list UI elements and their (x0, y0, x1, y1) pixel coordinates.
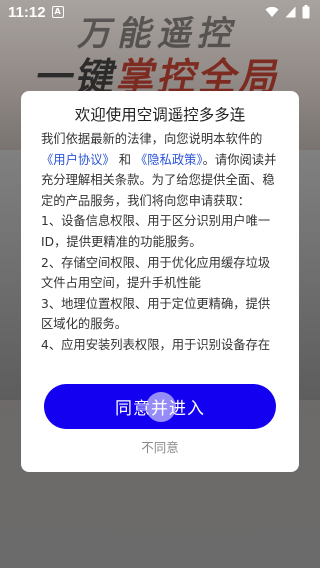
disagree-link[interactable]: 不同意 (21, 437, 299, 456)
signal-icon (285, 6, 296, 18)
wifi-icon (265, 6, 279, 18)
dialog-title: 欢迎使用空调遥控多多连 (74, 106, 246, 124)
status-icons (265, 5, 310, 19)
status-time: 11:12 (8, 3, 46, 21)
battery-icon (302, 5, 310, 19)
agree-button[interactable]: 同意并进入 (44, 384, 276, 429)
privacy-dialog: 欢迎使用空调遥控多多连 我们依据最新的法律，向您说明本软件的《用户协议》 和 《… (21, 91, 299, 472)
permission-item-device: 1、设备信息权限、用于区分识别用户唯一ID，提供更精准的功能服务。 (41, 214, 271, 249)
agree-button-label: 同意并进入 (115, 399, 205, 419)
notification-badge-icon: A (51, 6, 64, 18)
privacy-policy-link[interactable]: 《隐私政策》 (135, 153, 203, 167)
permission-item-storage: 2、存储空间权限、用于优化应用缓存垃圾文件占用空间，提升手机性能 (41, 255, 271, 291)
status-bar: 11:12 A (0, 0, 320, 24)
dialog-body: 我们依据最新的法律，向您说明本软件的《用户协议》 和 《隐私政策》。请你阅读并充… (41, 129, 279, 407)
user-agreement-link[interactable]: 《用户协议》 (41, 153, 115, 167)
permission-item-location: 3、地理位置权限、用于定位更精确，提供区域化的服务。 (41, 296, 271, 332)
intro-and: 和 (118, 152, 132, 167)
navigation-bar (0, 554, 320, 568)
permission-item-app-list: 4、应用安装列表权限，用于识别设备存在 (41, 337, 271, 352)
intro-text-before: 我们依据最新的法律，向您说明本软件的 (41, 132, 263, 146)
dialog-intro: 我们依据最新的法律，向您说明本软件的《用户协议》 和 《隐私政策》。请你阅读并充… (41, 129, 279, 211)
